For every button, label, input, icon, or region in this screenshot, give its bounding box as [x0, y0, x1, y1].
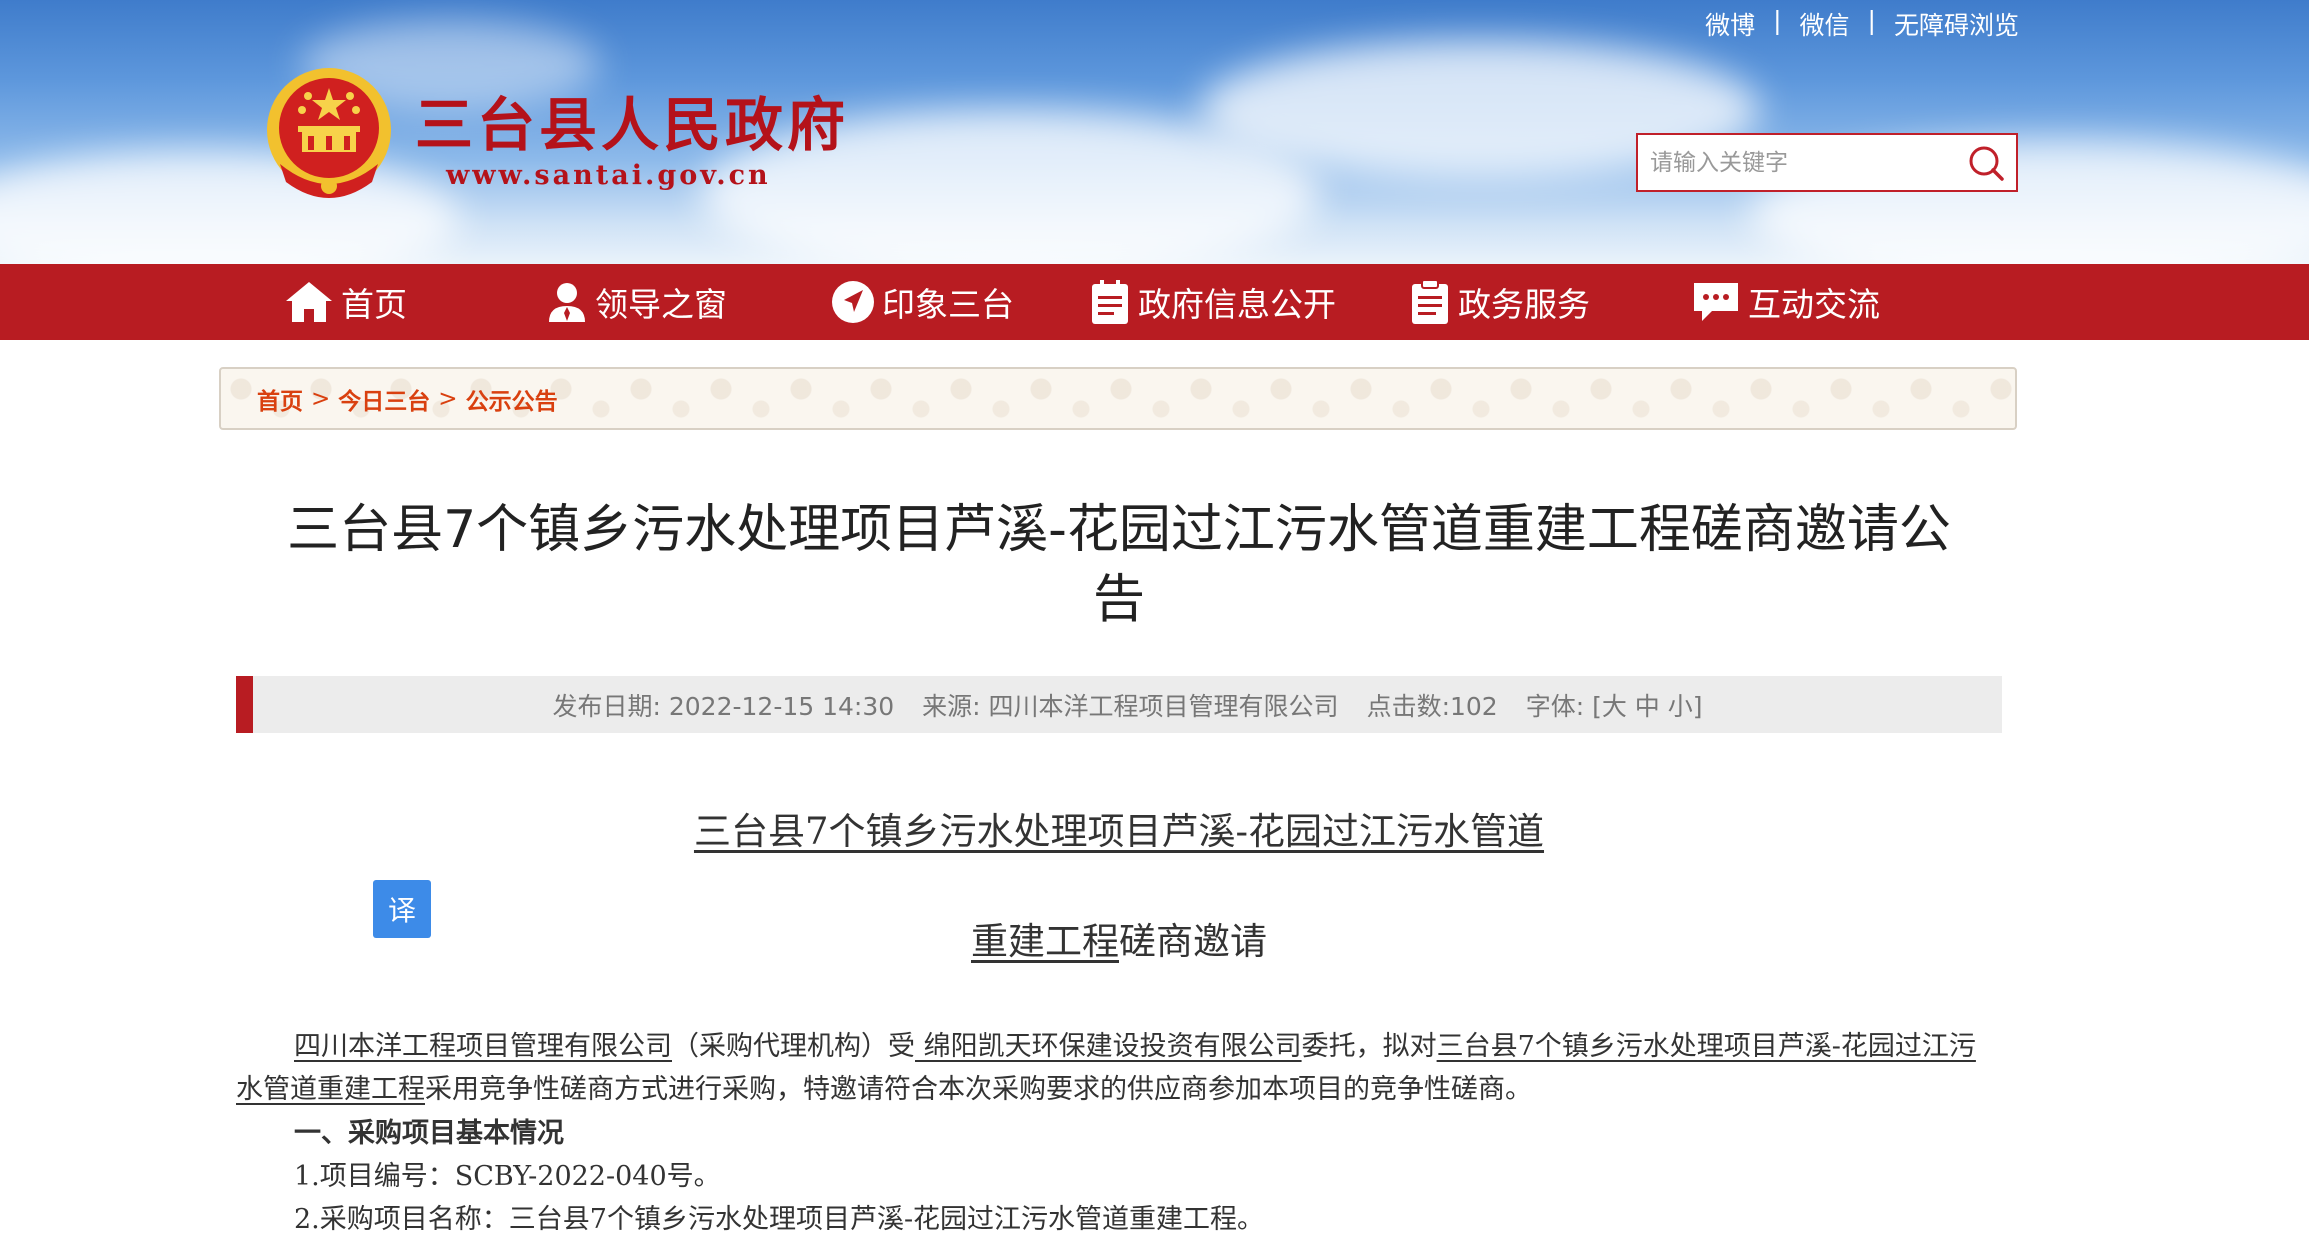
- nav-label: 领导之窗: [595, 285, 727, 324]
- breadcrumb-separator: >: [438, 385, 458, 412]
- national-emblem-logo: [262, 64, 396, 204]
- nav-item-services[interactable]: 政务服务: [1408, 264, 1590, 340]
- chat-icon: [1690, 279, 1742, 325]
- article-meta-bar: 发布日期: 2022-12-15 14:30 来源: 四川本洋工程项目管理有限公…: [236, 676, 2002, 733]
- clipboard-icon: [1408, 278, 1452, 326]
- article-title-line-1: 三台县7个镇乡污水处理项目芦溪-花园过江污水管道重建工程磋商邀请公: [287, 500, 1951, 560]
- list-item: 2.采购项目名称：三台县7个镇乡污水处理项目芦溪-花园过江污水管道重建工程。: [294, 1204, 1265, 1235]
- nav-label: 政务服务: [1458, 285, 1590, 324]
- divider: |: [1773, 6, 1782, 35]
- search-box: [1636, 133, 2018, 192]
- section-heading: 一、采购项目基本情况: [294, 1118, 564, 1149]
- breadcrumb-separator: >: [311, 385, 331, 412]
- search-icon[interactable]: [1956, 135, 2016, 190]
- breadcrumb-announcements[interactable]: 公示公告: [466, 382, 558, 416]
- nav-item-info-disclosure[interactable]: 政府信息公开: [1088, 264, 1336, 340]
- site-url: www.santai.gov.cn: [446, 160, 771, 191]
- site-title[interactable]: 三台县人民政府: [415, 78, 849, 162]
- accessibility-link[interactable]: 无障碍浏览: [1894, 6, 2019, 42]
- breadcrumb-home[interactable]: 首页: [257, 382, 303, 416]
- document-icon: [1088, 278, 1132, 326]
- intro-paragraph: 四川本洋工程项目管理有限公司（采购代理机构）受 绵阳凯天环保建设投资有限公司委托…: [236, 1031, 1976, 1105]
- divider: |: [1867, 6, 1876, 35]
- breadcrumb: 首页 > 今日三台 > 公示公告: [219, 367, 2017, 430]
- home-icon: [283, 279, 335, 325]
- nav-item-home[interactable]: 首页: [283, 264, 407, 340]
- person-icon: [545, 280, 589, 324]
- weibo-link[interactable]: 微博: [1705, 6, 1755, 42]
- nav-item-impression[interactable]: 印象三台: [830, 264, 1014, 340]
- top-links: 微博 | 微信 | 无障碍浏览: [1705, 6, 2019, 42]
- nav-item-leaders[interactable]: 领导之窗: [545, 264, 727, 340]
- wechat-link[interactable]: 微信: [1800, 6, 1850, 42]
- search-input[interactable]: [1638, 135, 1956, 190]
- main-nav: 首页 领导之窗 印象三台 政府信息公开 政务服务 互动交流: [0, 264, 2309, 340]
- nav-label: 互动交流: [1748, 285, 1880, 324]
- breadcrumb-today-santai[interactable]: 今日三台: [338, 382, 430, 416]
- header-banner: 微博 | 微信 | 无障碍浏览 三台县人民政府 www.santai.gov.c…: [0, 0, 2309, 264]
- nav-label: 首页: [341, 285, 407, 324]
- navigate-icon: [830, 279, 876, 325]
- nav-label: 印象三台: [882, 285, 1014, 324]
- doc-title-line-2: 重建工程磋商邀请: [971, 920, 1267, 963]
- article-title: 三台县7个镇乡污水处理项目芦溪-花园过江污水管道重建工程磋商邀请公 告: [236, 495, 2002, 635]
- article-title-line-2: 告: [1092, 570, 1145, 630]
- font-size-control[interactable]: 字体: [大 中 小]: [1526, 687, 1703, 723]
- doc-title-line-1: 三台县7个镇乡污水处理项目芦溪-花园过江污水管道: [693, 810, 1545, 853]
- nav-item-interaction[interactable]: 互动交流: [1690, 264, 1880, 340]
- list-item: 1.项目编号：SCBY-2022-040号。: [294, 1161, 721, 1192]
- click-count: 点击数:102: [1366, 691, 1498, 721]
- source: 来源: 四川本洋工程项目管理有限公司: [922, 691, 1339, 721]
- nav-label: 政府信息公开: [1138, 285, 1336, 324]
- publish-date: 发布日期: 2022-12-15 14:30: [552, 691, 895, 721]
